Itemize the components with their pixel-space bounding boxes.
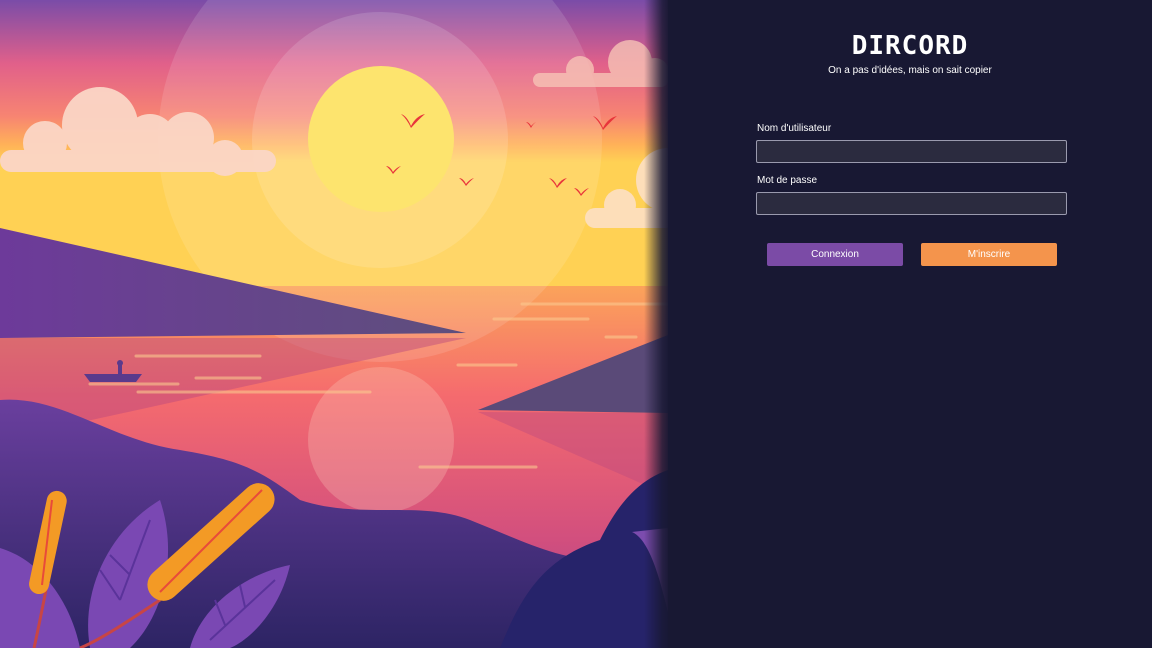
- illustration-fade: [644, 0, 670, 648]
- brand-tagline: On a pas d'idées, mais on sait copier: [828, 65, 992, 76]
- signup-button[interactable]: M'inscrire: [921, 243, 1057, 266]
- sun: [308, 66, 454, 212]
- login-panel: DIRCORD On a pas d'idées, mais on sait c…: [668, 0, 1152, 648]
- password-input[interactable]: [756, 192, 1067, 215]
- brand-logo: DIRCORD: [851, 31, 969, 61]
- password-label: Mot de passe: [757, 175, 818, 186]
- username-label: Nom d'utilisateur: [757, 123, 832, 134]
- sun-reflection: [308, 367, 454, 513]
- login-button[interactable]: Connexion: [767, 243, 903, 266]
- username-input[interactable]: [756, 140, 1067, 163]
- sunset-illustration: [0, 0, 668, 648]
